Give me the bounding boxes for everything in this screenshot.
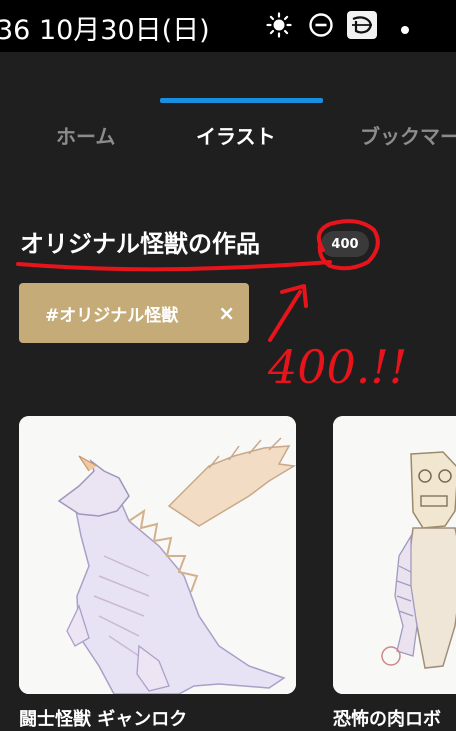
- do-not-disturb-icon: [308, 12, 334, 42]
- notification-dot-icon: [400, 20, 410, 39]
- status-time-date: 36 10月30日(日): [0, 15, 210, 46]
- underline-stroke: [16, 260, 332, 272]
- artwork-card[interactable]: [19, 416, 296, 694]
- annotation-text: 400.!!: [267, 340, 407, 394]
- artwork-title[interactable]: 闘士怪獣 ギャンロク: [19, 705, 187, 731]
- artwork-thumbnail-kaiju: [19, 416, 296, 694]
- page-title: オリジナル怪獣の作品: [20, 230, 260, 258]
- disney-app-icon: [347, 11, 377, 43]
- tab-home[interactable]: ホーム: [56, 121, 115, 150]
- artwork-thumbnail-robot: [333, 416, 456, 694]
- count-badge: 400: [321, 231, 369, 257]
- close-icon[interactable]: ×: [218, 301, 235, 325]
- filter-tag-chip[interactable]: #オリジナル怪獣 ×: [19, 283, 249, 343]
- active-tab-indicator: [160, 98, 323, 103]
- arrow-stroke: [268, 284, 308, 342]
- filter-tag-label: #オリジナル怪獣: [45, 305, 179, 326]
- artwork-title[interactable]: 恐怖の肉ロボ: [333, 705, 441, 731]
- status-bar: 36 10月30日(日): [0, 0, 456, 52]
- tab-bookmark[interactable]: ブックマー: [360, 121, 456, 150]
- tab-bar: [0, 52, 456, 172]
- tab-illustration[interactable]: イラスト: [196, 121, 276, 150]
- brightness-icon: [266, 12, 292, 42]
- artwork-card[interactable]: [333, 416, 456, 694]
